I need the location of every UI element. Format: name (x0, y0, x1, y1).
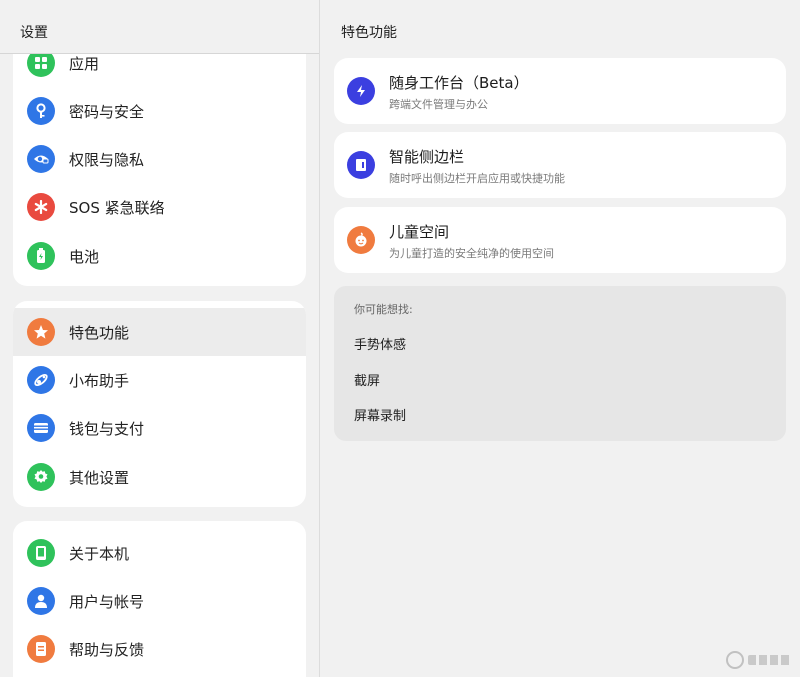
sidebar-item-label: 特色功能 (69, 323, 130, 342)
sidebar-item-help-feedback[interactable]: 帮助与反馈 (13, 625, 306, 673)
card-title: 智能侧边栏 (389, 148, 465, 166)
sidebar-title: 设置 (20, 25, 48, 41)
sidebar-item-about-phone[interactable]: 关于本机 (13, 529, 306, 577)
suggestions-panel: 你可能想找: 手势体感 截屏 屏幕录制 (334, 286, 786, 441)
card-kids-space[interactable]: 儿童空间 为儿童打造的安全纯净的使用空间 (334, 207, 786, 273)
watermark-logo (726, 651, 792, 669)
settings-group-1: 应用 密码与安全 权限与隐私 SOS 紧急联络 电池 (13, 54, 306, 286)
sidebar-item-label: 应用 (69, 54, 100, 73)
sidebar-item-label: 密码与安全 (69, 102, 145, 121)
breeno-icon (27, 366, 55, 394)
card-subtitle: 随时呼出侧边栏开启应用或快捷功能 (389, 172, 565, 185)
feature-detail-pane: 特色功能 随身工作台（Beta） 跨端文件管理与办公 智能侧边栏 随时呼出侧边栏… (320, 0, 800, 677)
workbench-icon (347, 77, 375, 105)
user-icon (27, 587, 55, 615)
battery-icon (27, 242, 55, 270)
sidebar-item-label: 关于本机 (69, 544, 130, 563)
sidebar-item-battery[interactable]: 电池 (13, 232, 306, 280)
card-subtitle: 为儿童打造的安全纯净的使用空间 (389, 247, 554, 260)
sidebar-item-permission-privacy[interactable]: 权限与隐私 (13, 135, 306, 183)
key-icon (27, 97, 55, 125)
sidebar-item-label: 小布助手 (69, 371, 130, 390)
wallet-icon (27, 414, 55, 442)
card-subtitle: 跨端文件管理与办公 (389, 98, 488, 111)
star-icon (27, 318, 55, 346)
card-mobile-workbench[interactable]: 随身工作台（Beta） 跨端文件管理与办公 (334, 58, 786, 124)
kid-face-icon (347, 226, 375, 254)
sidebar-item-other-settings[interactable]: 其他设置 (13, 453, 306, 501)
sidebar-icon (347, 151, 375, 179)
sidebar-item-label: 帮助与反馈 (69, 640, 145, 659)
sidebar-item-breeno[interactable]: 小布助手 (13, 356, 306, 404)
sidebar-item-apps[interactable]: 应用 (13, 54, 306, 87)
asterisk-icon (27, 193, 55, 221)
sidebar-item-label: 其他设置 (69, 468, 130, 487)
sidebar-item-label: SOS 紧急联络 (69, 198, 165, 217)
settings-sidebar: 设置 应用 密码与安全 权限与隐私 SOS 紧急联络 电池 特色功能 小布助手 … (0, 0, 319, 677)
card-title: 随身工作台（Beta） (389, 74, 529, 92)
eye-lock-icon (27, 145, 55, 173)
sidebar-item-label: 用户与帐号 (69, 592, 145, 611)
suggestion-link-gesture[interactable]: 手势体感 (354, 334, 406, 353)
sidebar-item-user-account[interactable]: 用户与帐号 (13, 577, 306, 625)
sidebar-item-features[interactable]: 特色功能 (13, 308, 306, 356)
apps-grid-icon (27, 54, 55, 77)
sidebar-item-wallet[interactable]: 钱包与支付 (13, 404, 306, 452)
watermark-icon (726, 651, 744, 669)
suggestion-link-screen-record[interactable]: 屏幕录制 (354, 405, 406, 424)
sidebar-item-label: 电池 (69, 247, 100, 266)
suggestions-title: 你可能想找: (354, 303, 413, 316)
help-doc-icon (27, 635, 55, 663)
suggestion-link-screenshot[interactable]: 截屏 (354, 370, 380, 389)
sidebar-item-label: 钱包与支付 (69, 419, 145, 438)
watermark-text-shape (748, 655, 792, 665)
settings-group-3: 关于本机 用户与帐号 帮助与反馈 (13, 521, 306, 677)
card-smart-sidebar[interactable]: 智能侧边栏 随时呼出侧边栏开启应用或快捷功能 (334, 132, 786, 198)
sidebar-item-label: 权限与隐私 (69, 150, 145, 169)
settings-group-2: 特色功能 小布助手 钱包与支付 其他设置 (13, 301, 306, 507)
phone-icon (27, 539, 55, 567)
gear-icon (27, 463, 55, 491)
card-title: 儿童空间 (389, 223, 450, 241)
sidebar-item-sos[interactable]: SOS 紧急联络 (13, 183, 306, 231)
detail-title: 特色功能 (341, 25, 397, 41)
sidebar-item-password-security[interactable]: 密码与安全 (13, 87, 306, 135)
